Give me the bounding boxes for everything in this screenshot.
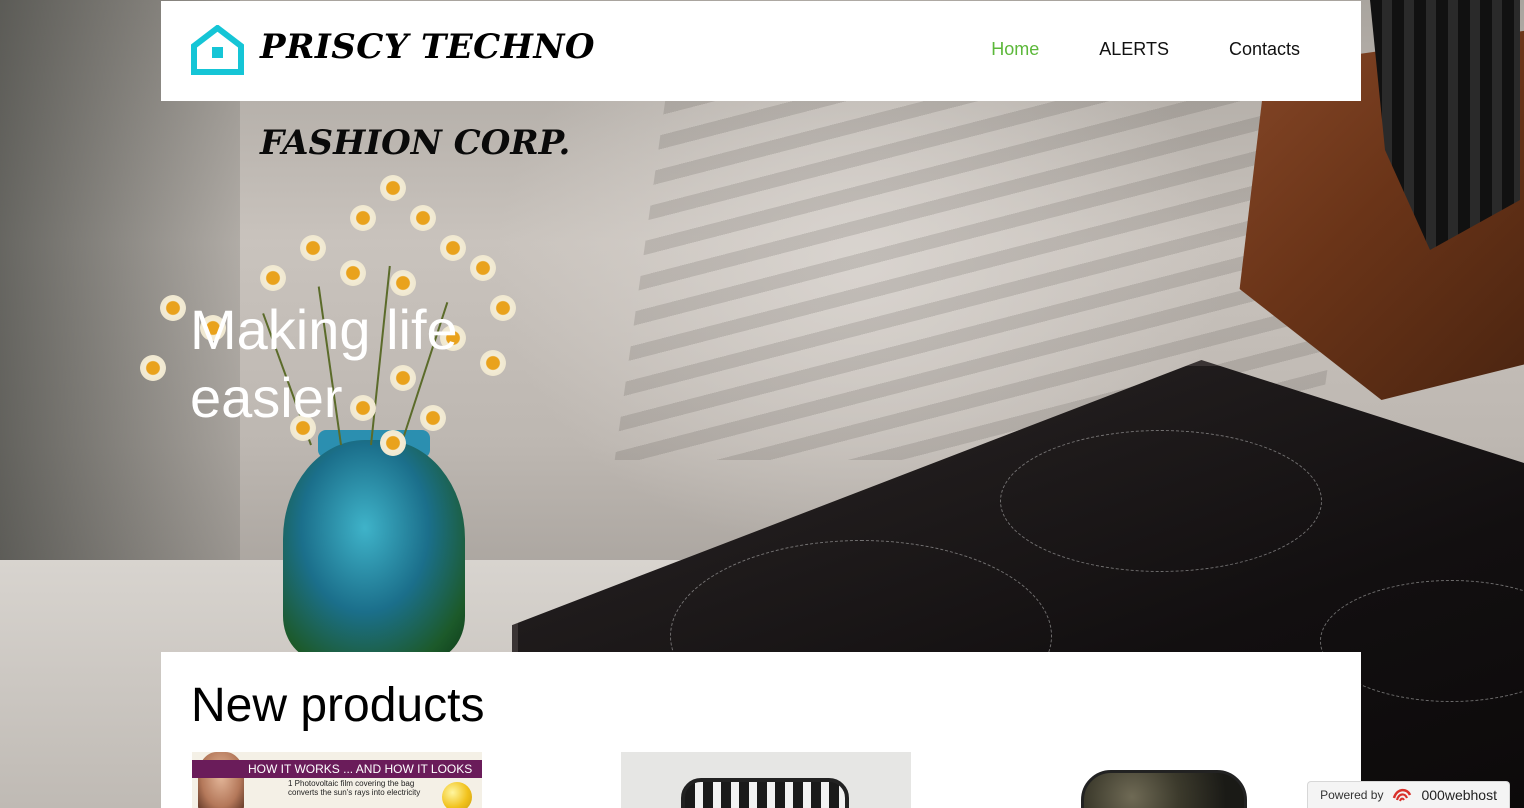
section-title: New products: [191, 679, 485, 732]
nav-contacts-link[interactable]: Contacts: [1229, 39, 1300, 60]
hero-tagline: Making life easier: [190, 296, 530, 432]
product-thumbnail[interactable]: [1051, 752, 1341, 808]
nav-home-link[interactable]: Home: [991, 39, 1039, 60]
bag-photo: [1081, 770, 1247, 808]
product-caption: 1 Photovoltaic film covering the bag con…: [288, 779, 420, 797]
nav-alerts-link[interactable]: ALERTS: [1099, 39, 1169, 60]
new-products-section: New products HOW IT WORKS ... AND HOW IT…: [161, 652, 1361, 808]
site-header: PRISCY TECHNO Home ALERTS Contacts: [161, 1, 1361, 101]
main-navigation: Home ALERTS Contacts: [991, 39, 1300, 60]
company-subtitle: FASHION CORP.: [260, 123, 571, 163]
brand-name[interactable]: PRISCY TECHNO: [260, 27, 595, 67]
bag-photo: [681, 778, 849, 808]
product-thumbnail[interactable]: HOW IT WORKS ... AND HOW IT LOOKS 1 Phot…: [192, 752, 482, 808]
burner-ring: [1000, 430, 1322, 572]
powered-by-badge[interactable]: Powered by 000webhost: [1307, 781, 1510, 808]
hero-tagline-line-2: easier: [190, 366, 343, 429]
host-name: 000webhost: [1421, 787, 1497, 803]
webhost-logo-icon: [1393, 788, 1412, 802]
product-caption-line-2: converts the sun's rays into electricity: [288, 788, 421, 797]
vase: [283, 440, 465, 660]
house-icon[interactable]: [191, 24, 244, 75]
powered-by-label: Powered by: [1320, 788, 1384, 802]
product-caption-line-1: 1 Photovoltaic film covering the bag: [288, 779, 415, 788]
product-banner-text: HOW IT WORKS ... AND HOW IT LOOKS: [192, 760, 482, 778]
hero-tagline-line-1: Making life: [190, 298, 458, 361]
product-thumbnail[interactable]: [621, 752, 911, 808]
sun-graphic: [442, 782, 472, 808]
